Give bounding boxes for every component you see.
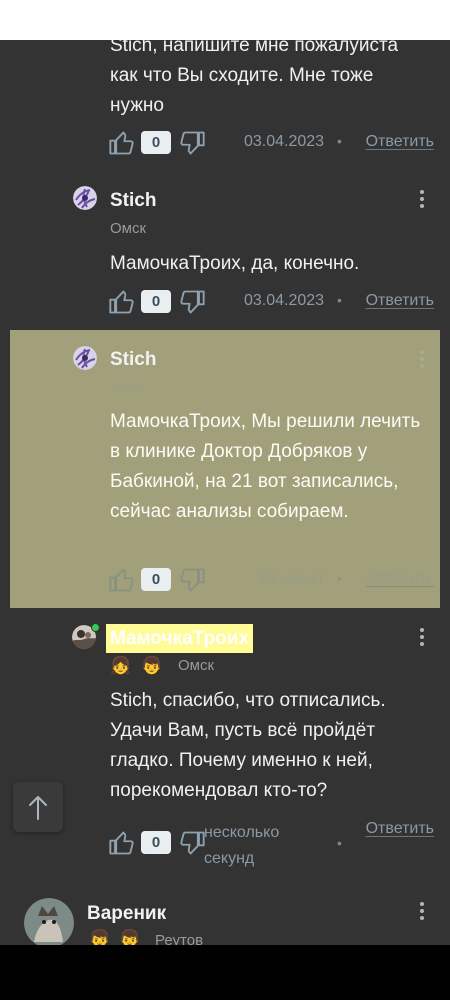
- comment-text: МамочкаТроих, да, конечно.: [110, 253, 360, 274]
- comment-date: 03.04.2023: [244, 133, 325, 150]
- avatar[interactable]: [24, 898, 74, 945]
- girl-emoji: 👧: [110, 656, 132, 675]
- more-vert-icon[interactable]: [417, 188, 427, 212]
- comment-text: Stich, напишите мне пожалуиста как что В…: [110, 40, 399, 116]
- comment-city: Омск: [110, 220, 147, 237]
- separator-dot: •: [337, 292, 342, 308]
- scroll-to-top-button[interactable]: [13, 782, 63, 832]
- comment-author[interactable]: Stich: [110, 190, 156, 212]
- comment-text: МамочкаТроих, Мы решили лечить в клинике…: [110, 411, 421, 522]
- separator-dot: •: [337, 570, 342, 586]
- reply-link[interactable]: Ответить: [366, 133, 434, 151]
- comment-date: 03.04.2023: [244, 292, 325, 309]
- dislike-icon[interactable]: [178, 288, 206, 316]
- comment-city: Реутов: [155, 932, 204, 945]
- avatar[interactable]: [73, 186, 97, 210]
- separator-dot: •: [337, 835, 342, 851]
- comment-author[interactable]: МамочкаТроих: [106, 624, 254, 653]
- more-vert-icon[interactable]: [417, 900, 427, 924]
- more-vert-icon[interactable]: [417, 348, 427, 372]
- dislike-icon[interactable]: [178, 566, 206, 594]
- comment-actions: 0 19 минут • Ответить: [108, 566, 438, 596]
- dislike-icon[interactable]: [178, 829, 206, 857]
- comment-author[interactable]: Вареник: [87, 903, 166, 925]
- online-indicator: [91, 623, 100, 632]
- likes-count: 0: [141, 568, 171, 591]
- comment-author[interactable]: Stich: [110, 349, 156, 371]
- boy-emoji: 👦: [141, 656, 163, 675]
- comment-city: Омск: [178, 657, 215, 674]
- avatar[interactable]: [73, 346, 97, 370]
- reply-link[interactable]: Ответить: [366, 820, 434, 838]
- highlighted-comment: Stich Омск МамочкаТроих, Мы решили лечит…: [10, 330, 440, 608]
- comments-screen: Stich, напишите мне пожалуиста как что В…: [0, 40, 450, 945]
- likes-count: 0: [141, 131, 171, 154]
- status-bar: [0, 0, 450, 40]
- comment-actions: 0 03.04.2023 • Ответить: [108, 288, 438, 318]
- reply-link[interactable]: Ответить: [366, 292, 434, 310]
- like-icon[interactable]: [108, 566, 136, 594]
- boy-emoji: 👦: [89, 929, 111, 945]
- comment-date: 19 минут: [258, 570, 325, 587]
- navigation-bar: [0, 945, 450, 1000]
- arrow-up-icon: [29, 796, 47, 820]
- like-icon[interactable]: [108, 129, 136, 157]
- comment-city: Омск: [110, 377, 147, 394]
- separator-dot: •: [337, 133, 342, 149]
- like-icon[interactable]: [108, 829, 136, 857]
- comment-actions: 0 несколько секунд • Ответить: [108, 820, 438, 867]
- comment-actions: 0 03.04.2023 • Ответить: [108, 129, 438, 159]
- likes-count: 0: [141, 290, 171, 313]
- boy-emoji: 👦: [119, 929, 141, 945]
- dislike-icon[interactable]: [178, 129, 206, 157]
- comment-text: Stich, спасибо, что отписались. Удачи Ва…: [110, 690, 386, 801]
- more-vert-icon[interactable]: [417, 626, 427, 650]
- like-icon[interactable]: [108, 288, 136, 316]
- likes-count: 0: [141, 831, 171, 854]
- comment-date: несколько секунд: [204, 824, 280, 867]
- reply-link[interactable]: Ответить: [366, 570, 434, 588]
